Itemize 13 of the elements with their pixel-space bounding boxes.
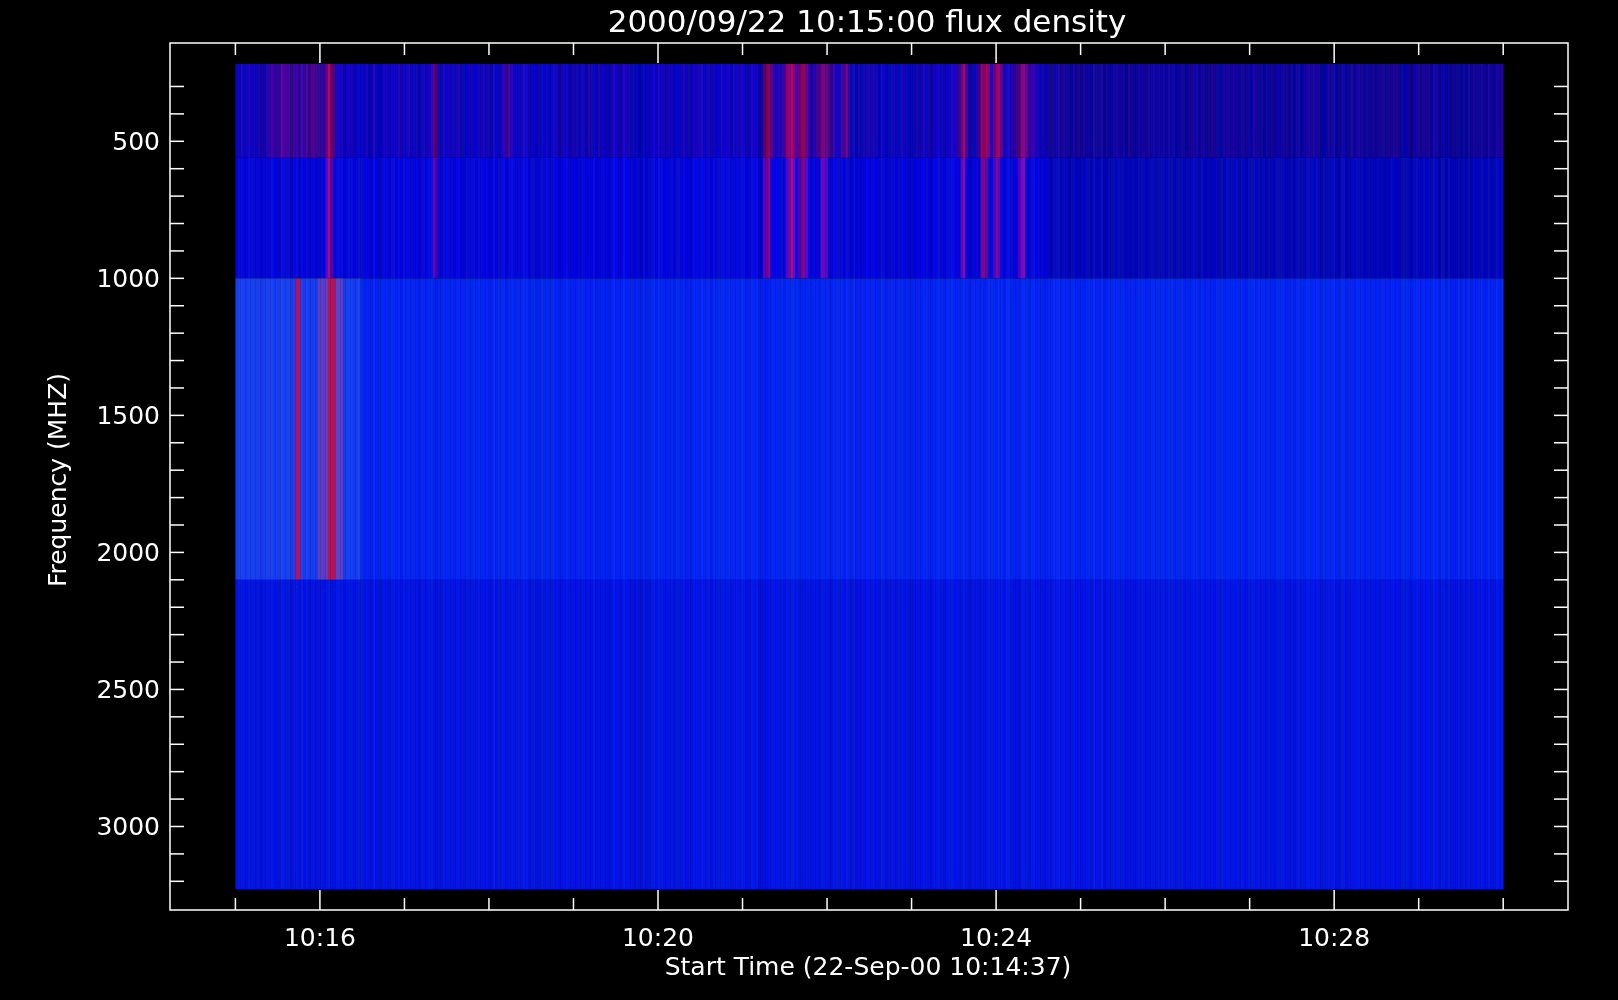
plot-title: 2000/09/22 10:15:00 flux density [607, 3, 1127, 39]
axis-title: Frequency (MHZ) [43, 372, 72, 588]
tick-label: 10:16 [283, 923, 356, 952]
tick-label: 3000 [96, 812, 160, 842]
tick-label: 1500 [96, 401, 160, 431]
tick-label: 1000 [96, 264, 160, 294]
tick-label: 2500 [96, 675, 160, 705]
tick-label: 500 [112, 127, 160, 157]
tick-label: 2000 [96, 538, 160, 568]
tick-label: 10:24 [960, 923, 1033, 952]
tick-label: 10:20 [622, 923, 694, 952]
axis-title: Start Time (22-Sep-00 10:14:37) [664, 952, 1072, 981]
tick-label: 10:28 [1298, 923, 1371, 952]
